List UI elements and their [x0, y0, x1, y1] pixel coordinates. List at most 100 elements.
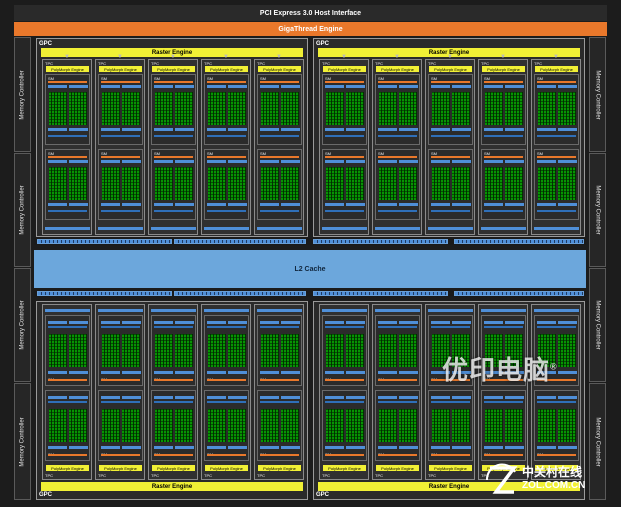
- load-store-band: [505, 396, 524, 399]
- load-store-band: [281, 128, 300, 131]
- crossbar-bottom: [34, 290, 586, 297]
- texture-band: [154, 326, 193, 328]
- load-store-band: [399, 203, 418, 206]
- crossbar-segment: [313, 291, 448, 296]
- polymorph-engine: PolyMorph Engine: [258, 465, 301, 471]
- sm-block: SM: [534, 149, 579, 220]
- crossbar-segment: [454, 239, 584, 244]
- register-file-band: [484, 446, 503, 449]
- register-file-band: [175, 85, 194, 88]
- crossbar-segment: [313, 239, 448, 244]
- load-store-band: [175, 203, 194, 206]
- load-store-band: [154, 321, 173, 324]
- cuda-core-array: [432, 409, 450, 442]
- load-store-band: [558, 321, 577, 324]
- polymorph-engine: PolyMorph Engine: [376, 66, 419, 72]
- load-store-band: [228, 321, 247, 324]
- load-store-band: [281, 203, 300, 206]
- instruction-cache-band: [431, 156, 470, 158]
- cuda-core-array: [69, 92, 87, 125]
- register-file-band: [154, 85, 173, 88]
- texture-band: [537, 326, 576, 328]
- tpc-label: TPC: [375, 473, 383, 478]
- register-file-band: [228, 160, 247, 163]
- register-file-band: [558, 160, 577, 163]
- load-store-band: [48, 396, 67, 399]
- tpc-top-band: [151, 309, 196, 312]
- texture-band: [378, 135, 417, 137]
- tpc-top-band: [428, 309, 473, 312]
- memory-controller: Memory Controller: [589, 268, 606, 382]
- register-file-band: [558, 85, 577, 88]
- load-store-band: [399, 128, 418, 131]
- register-file-band: [207, 85, 226, 88]
- register-file-band: [260, 160, 279, 163]
- tpc-block: SMSM PolyMorph Engine TPC: [42, 304, 92, 480]
- texture-band: [537, 210, 576, 212]
- register-file-band: [537, 446, 556, 449]
- register-file-band: [101, 160, 120, 163]
- polymorph-engine: PolyMorph Engine: [535, 66, 578, 72]
- tpc-bottom-band: [375, 227, 420, 230]
- load-store-band: [48, 321, 67, 324]
- tpc-label: TPC: [98, 473, 106, 478]
- instruction-cache-band: [207, 379, 246, 381]
- texture-band: [484, 135, 523, 137]
- tpc-block: SMSM PolyMorph Engine TPC: [201, 304, 251, 480]
- instruction-cache-band: [207, 454, 246, 456]
- texture-band: [484, 401, 523, 403]
- tpc-bottom-band: [534, 227, 579, 230]
- l2-cache: L2 Cache: [34, 250, 586, 288]
- pci-express-host-interface: PCI Express 3.0 Host Interface: [14, 5, 607, 21]
- zol-logo-icon: [485, 463, 518, 494]
- memory-controller-label: Memory Controller: [19, 416, 26, 467]
- tpc-bottom-band: [98, 227, 143, 230]
- tpc-block: TPC PolyMorph Engine SM SM: [478, 59, 528, 235]
- cuda-core-array: [399, 167, 417, 200]
- cuda-core-array: [228, 334, 246, 367]
- load-store-band: [260, 321, 279, 324]
- load-store-band: [48, 203, 67, 206]
- tpc-label: TPC: [151, 473, 159, 478]
- register-file-band: [452, 160, 471, 163]
- sm-block: SM: [204, 315, 249, 386]
- load-store-band: [260, 203, 279, 206]
- load-store-band: [325, 128, 344, 131]
- sm-block: SM: [98, 74, 143, 145]
- texture-band: [325, 135, 364, 137]
- register-file-band: [207, 160, 226, 163]
- memory-controller: Memory Controller: [589, 383, 606, 500]
- register-file-band: [325, 371, 344, 374]
- texture-band: [431, 401, 470, 403]
- cuda-core-array: [346, 167, 364, 200]
- register-file-band: [154, 371, 173, 374]
- register-file-band: [537, 85, 556, 88]
- crossbar-segment: [174, 291, 306, 296]
- load-store-band: [537, 321, 556, 324]
- sm-block: SM: [322, 149, 367, 220]
- load-store-band: [484, 128, 503, 131]
- register-file-band: [69, 160, 88, 163]
- register-file-band: [399, 160, 418, 163]
- cuda-core-array: [175, 167, 193, 200]
- load-store-band: [101, 396, 120, 399]
- load-store-band: [207, 321, 226, 324]
- load-store-band: [505, 203, 524, 206]
- tpc-label: TPC: [204, 473, 212, 478]
- load-store-band: [122, 321, 141, 324]
- cuda-core-array: [261, 167, 279, 200]
- load-store-band: [484, 396, 503, 399]
- register-file-band: [122, 160, 141, 163]
- load-store-band: [378, 203, 397, 206]
- texture-band: [101, 210, 140, 212]
- cuda-core-array: [49, 92, 67, 125]
- load-store-band: [452, 203, 471, 206]
- load-store-band: [505, 321, 524, 324]
- instruction-cache-band: [154, 454, 193, 456]
- crossbar-top: [34, 238, 586, 245]
- memory-controller-label: Memory Controller: [19, 185, 26, 235]
- cuda-core-array: [505, 167, 523, 200]
- cuda-core-array: [228, 92, 246, 125]
- instruction-cache-band: [48, 156, 87, 158]
- register-file-band: [207, 371, 226, 374]
